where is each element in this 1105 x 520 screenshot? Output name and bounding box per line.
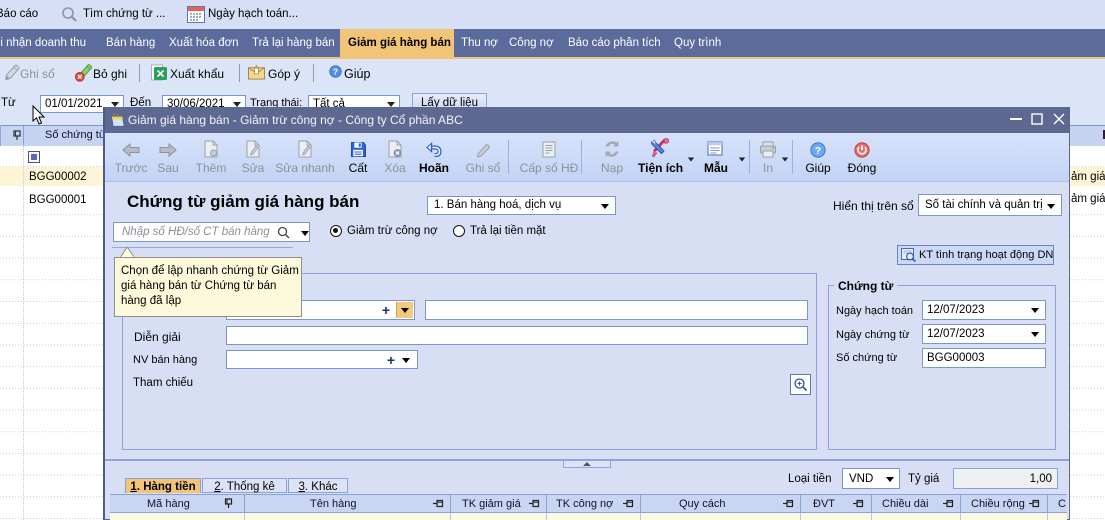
svg-text:?: ? [333, 67, 338, 77]
svg-text:?: ? [815, 145, 821, 157]
